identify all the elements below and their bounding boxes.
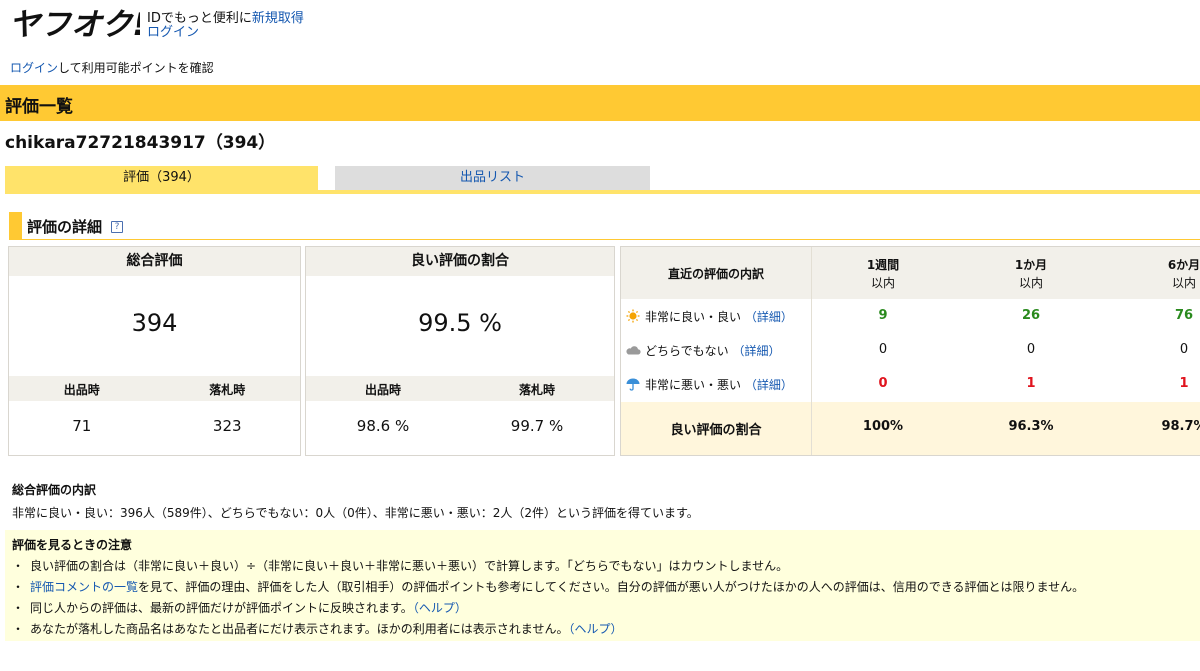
table-divider [811,247,812,455]
seller-label: 出品時 [63,383,100,397]
value-6month: 0 [1179,342,1189,357]
buyer-value: 323 [212,417,242,435]
svg-text:ヤフオク!: ヤフオク! [9,7,140,43]
detail-link-neutral[interactable]: （詳細） [732,344,780,358]
help-link[interactable]: （ヘルプ） [568,622,622,636]
breakdown-text: 非常に良い・良い：396人（589件）、どちらでもない：0人（0件）、非常に悪い… [12,506,699,520]
tab-listings[interactable]: 出品リスト [335,166,650,190]
note-text: あなたが落札した商品名はあなたと出品者にだけ表示されます。ほかの利用者には表示さ… [30,622,569,636]
value-month: 0 [1026,342,1036,357]
value-6month: 76 [1174,308,1194,323]
help-link[interactable]: （ヘルプ） [413,601,467,615]
help-icon[interactable]: ? [111,221,123,233]
sun-icon [626,309,640,323]
seller-value: 98.6 % [356,417,410,435]
user-title: chikara72721843917（394） [5,133,276,153]
period-top: 1か月 [1014,258,1048,272]
recent-ratings-table: 直近の評価の内訳 1週間 以内 1か月 以内 6か月 以内 非常に良い・良い （… [620,246,1200,456]
buyer-label: 落札時 [518,383,555,397]
bullet: ・ [12,559,25,573]
points-login-link[interactable]: ログイン [10,61,58,75]
value-week: 9 [878,308,888,323]
row-label-text: 非常に悪い・悪い [645,378,742,392]
note-item: ・評価コメントの一覧を見て、評価の理由、評価をした人（取引相手）の評価ポイントも… [12,578,1084,595]
good-ratio-subheader: 出品時 落札時 [306,376,614,401]
total-rating-title: 総合評価 [9,247,300,276]
good-ratio-title: 良い評価の割合 [306,247,614,276]
note-item: ・同じ人からの評価は、最新の評価だけが評価ポイントに反映されます。（ヘルプ） [12,599,467,616]
notes-box: 評価を見るときの注意 ・良い評価の割合は（非常に良い＋良い）÷（非常に良い＋良い… [5,530,1200,641]
period-top: 6か月 [1167,258,1200,272]
yahuoku-logo[interactable]: ヤフオク! [8,3,140,43]
seller-label: 出品時 [364,383,401,397]
new-account-link[interactable]: 新規取得 [252,11,304,26]
period-header: 1週間 以内 [811,256,955,292]
value-month: 1 [1026,376,1036,391]
comment-list-link[interactable]: 評価コメントの一覧 [30,580,138,594]
ratio-6month: 98.7% [1161,419,1200,434]
good-ratio-value: 99.5 % [418,309,502,337]
row-label-text: どちらでもない [645,344,729,358]
note-item: ・良い評価の割合は（非常に良い＋良い）÷（非常に良い＋良い＋非常に悪い＋悪い）で… [12,557,788,574]
bullet: ・ [12,580,25,594]
page-title: 評価一覧 [5,97,73,117]
period-header: 6か月 以内 [1112,256,1200,292]
points-notice: ログインして利用可能ポイントを確認 [10,59,214,76]
detail-link-bad[interactable]: （詳細） [745,378,793,392]
total-rating-value: 394 [131,309,178,337]
section-rule [22,239,1200,240]
ratio-month: 96.3% [1008,419,1054,434]
tab-underline [5,190,1200,194]
row-label: 非常に悪い・悪い （詳細） [625,376,793,393]
umbrella-icon [626,378,640,391]
value-week: 0 [878,376,888,391]
seller-value: 71 [72,417,92,435]
period-bottom: 以内 [1171,276,1196,290]
good-ratio-label: 良い評価の割合 [670,423,762,438]
period-bottom: 以内 [870,276,895,290]
buyer-label: 落札時 [209,383,246,397]
login-link[interactable]: ログイン [147,25,199,40]
period-top: 1週間 [866,258,900,272]
period-bottom: 以内 [1018,276,1043,290]
value-month: 26 [1021,308,1041,323]
total-rating-subheader: 出品時 落札時 [9,376,300,401]
total-rating-box: 総合評価 394 出品時 落札時 71 323 [8,246,301,456]
breakdown-title: 総合評価の内訳 [12,483,97,497]
bullet: ・ [12,622,25,636]
notes-title: 評価を見るときの注意 [12,538,133,552]
bullet: ・ [12,601,25,615]
note-item: ・あなたが落札した商品名はあなたと出品者にだけ表示されます。ほかの利用者には表示… [12,620,622,637]
period-header: 1か月 以内 [959,256,1103,292]
recent-header-label: 直近の評価の内訳 [667,267,764,281]
section-marker [9,212,22,240]
detail-link-good[interactable]: （詳細） [745,310,793,324]
note-text: 同じ人からの評価は、最新の評価だけが評価ポイントに反映されます。 [30,601,413,615]
points-text: して利用可能ポイントを確認 [58,61,214,75]
page-title-bar: 評価一覧 [0,85,1200,121]
row-label: どちらでもない （詳細） [625,342,781,359]
section-title: 評価の詳細 [27,218,103,236]
row-label: 非常に良い・良い （詳細） [625,308,793,325]
good-ratio-row: 良い評価の割合 100% 96.3% 98.7% [621,402,1200,455]
table-row-neutral: どちらでもない （詳細） 0 0 0 [621,333,1200,367]
buyer-value: 99.7 % [510,417,564,435]
tab-ratings[interactable]: 評価（394） [5,166,318,190]
row-label-text: 非常に良い・良い [645,310,742,324]
value-6month: 1 [1179,376,1189,391]
recent-table-header: 直近の評価の内訳 1週間 以内 1か月 以内 6か月 以内 [621,247,1200,299]
cloud-icon [626,346,641,355]
table-row-good: 非常に良い・良い （詳細） 9 26 76 [621,299,1200,333]
good-ratio-box: 良い評価の割合 99.5 % 出品時 落札時 98.6 % 99.7 % [305,246,615,456]
note-text: を見て、評価の理由、評価をした人（取引相手）の評価ポイントも参考にしてください。… [138,580,1085,594]
ratio-week: 100% [862,419,904,434]
value-week: 0 [878,342,888,357]
table-row-bad: 非常に悪い・悪い （詳細） 0 1 1 [621,367,1200,401]
note-text: 良い評価の割合は（非常に良い＋良い）÷（非常に良い＋良い＋非常に悪い＋悪い）で計… [30,559,789,573]
